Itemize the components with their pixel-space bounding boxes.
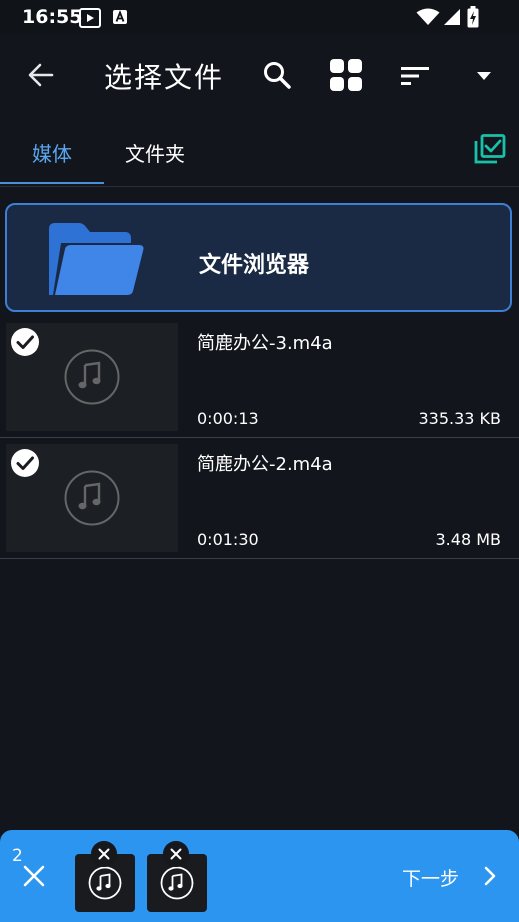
music-note-icon	[160, 866, 194, 900]
selected-check-icon[interactable]	[10, 448, 40, 478]
selected-item-thumbnail[interactable]	[75, 841, 135, 912]
music-note-icon	[64, 349, 120, 405]
selection-count: 2	[12, 846, 23, 866]
grid-view-icon[interactable]	[329, 58, 363, 92]
file-size: 335.33 KB	[418, 409, 501, 428]
selected-check-icon[interactable]	[10, 327, 40, 357]
remove-item-icon[interactable]	[91, 841, 117, 867]
remove-item-icon[interactable]	[163, 841, 189, 867]
tab-media[interactable]: 媒体	[32, 138, 72, 167]
clear-selection-icon[interactable]	[22, 864, 46, 888]
next-step-button[interactable]: 下一步	[402, 864, 459, 891]
a-notification-icon	[113, 10, 127, 24]
file-browser-button[interactable]: 文件浏览器	[5, 203, 512, 312]
status-time: 16:55	[22, 6, 83, 28]
file-duration: 0:00:13	[197, 409, 259, 428]
search-icon[interactable]	[262, 60, 292, 90]
file-duration: 0:01:30	[197, 530, 259, 549]
music-note-icon	[64, 470, 120, 526]
file-browser-label: 文件浏览器	[199, 253, 310, 278]
battery-charging-icon	[467, 6, 479, 28]
status-bar: 16:55	[0, 0, 519, 34]
chevron-right-icon[interactable]	[482, 866, 498, 886]
signal-icon	[444, 9, 460, 25]
back-arrow-icon[interactable]	[26, 60, 56, 90]
music-note-icon	[88, 866, 122, 900]
sort-icon[interactable]	[401, 66, 429, 86]
folder-icon	[49, 223, 144, 295]
file-row[interactable]: 简鹿办公-2.m4a 0:01:30 3.48 MB	[0, 438, 519, 559]
tab-indicator	[0, 182, 104, 184]
selection-bar: 2 下一步	[0, 830, 519, 922]
file-name: 简鹿办公-3.m4a	[197, 333, 333, 354]
multi-select-icon[interactable]	[474, 134, 506, 164]
dropdown-arrow-icon[interactable]	[476, 71, 492, 81]
screen-record-icon	[79, 8, 101, 28]
page-title: 选择文件	[104, 61, 225, 94]
file-name: 简鹿办公-2.m4a	[197, 454, 333, 475]
wifi-icon	[416, 8, 440, 25]
file-row[interactable]: 简鹿办公-3.m4a 0:00:13 335.33 KB	[0, 317, 519, 438]
tab-folders[interactable]: 文件夹	[125, 138, 185, 167]
app-bar: 选择文件	[0, 34, 519, 118]
selected-item-thumbnail[interactable]	[147, 841, 207, 912]
tab-bar: 媒体 文件夹	[0, 118, 519, 187]
file-size: 3.48 MB	[435, 530, 502, 549]
